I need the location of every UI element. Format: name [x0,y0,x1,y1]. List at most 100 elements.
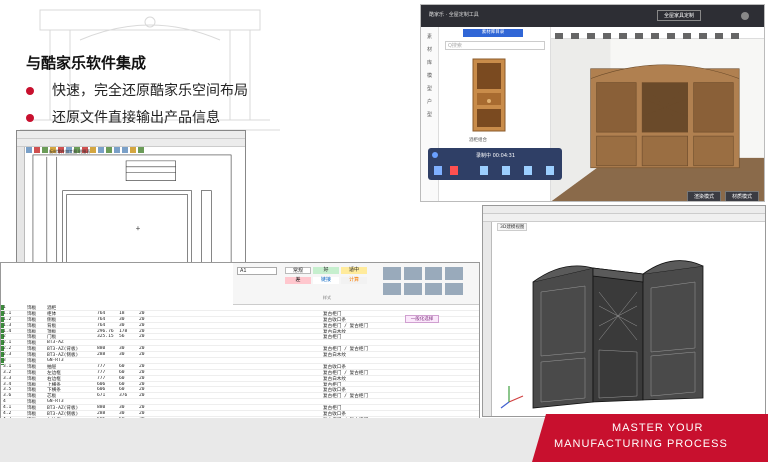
3d-render-viewport[interactable] [551,39,764,201]
table-cell[interactable]: 2 [3,334,6,339]
nav-item[interactable]: 型 [421,111,438,118]
table-cell[interactable]: 288 [97,352,105,357]
table-cell[interactable]: 4 [3,399,6,404]
screen-recorder-bar[interactable]: 录制中 00:04:31 [428,148,562,180]
table-cell[interactable]: GN-RT3 [47,399,64,404]
table-cell[interactable]: 20 [139,364,145,369]
table-cell[interactable]: 20 [139,411,145,416]
table-cell[interactable]: BT3-AZ [47,340,64,345]
nav-item[interactable]: 素 [421,33,438,40]
cad-toolbar-2[interactable] [17,139,245,153]
table-cell[interactable]: 1.3 [3,323,11,328]
table-cell[interactable]: 777 [97,376,105,381]
table-cell[interactable]: 288 [97,411,105,416]
table-cell[interactable]: 3.5 [3,387,11,392]
table-cell[interactable]: 60 [119,364,125,369]
table-cell[interactable]: 296.76 [97,329,114,334]
table-cell[interactable]: 3.3 [3,376,11,381]
nav-item[interactable]: 模 [421,72,438,79]
stop-icon[interactable] [450,166,458,175]
table-cell[interactable]: 20 [139,376,145,381]
highlight-icon[interactable] [502,166,510,175]
table-cell[interactable]: 30 [119,317,125,322]
table-cell[interactable]: 606 [97,387,105,392]
table-cell[interactable]: 60 [119,387,125,392]
style-normal[interactable]: 常规 [285,267,311,274]
material-mode-button[interactable]: 材质模式 [725,191,760,201]
table-cell[interactable]: 30 [119,346,125,351]
table-cell[interactable]: 20 [139,323,145,328]
table-cell[interactable]: 60 [119,376,125,381]
table-cell[interactable]: 30 [119,323,125,328]
library-tab[interactable]: 素材库目录 [463,29,523,37]
pen-icon[interactable] [480,166,488,175]
table-cell[interactable]: 178 [119,329,127,334]
table-cell[interactable]: 3.1 [3,364,11,369]
table-cell[interactable]: 20 [139,329,145,334]
table-cell[interactable]: 671 [97,393,105,398]
table-cell[interactable]: 30 [119,352,125,357]
table-cell[interactable]: 4.1 [3,405,11,410]
table-cell[interactable]: 18 [119,311,125,316]
canvas-toolbar[interactable] [551,27,764,39]
table-cell[interactable]: 20 [139,405,145,410]
table-cell[interactable]: 3.6 [3,393,11,398]
table-cell[interactable]: 60 [119,382,125,387]
nav-item[interactable]: 型 [421,85,438,92]
table-cell[interactable]: 764 [97,317,105,322]
table-cell[interactable]: 376 [119,393,127,398]
table-cell[interactable]: 2.1 [3,340,11,345]
table-cell[interactable]: GN-RT3 [47,358,64,363]
user-avatar[interactable] [741,12,749,20]
table-cell[interactable]: 30 [119,411,125,416]
cell-reference-box[interactable]: A1 [237,267,277,275]
table-cell[interactable]: 764 [97,311,105,316]
table-cell[interactable]: 606 [97,382,105,387]
model-toolbar[interactable] [483,206,765,220]
table-cell[interactable]: 60 [119,370,125,375]
table-cell[interactable]: 2.2 [3,346,11,351]
table-cell[interactable]: 20 [139,387,145,392]
style-calc[interactable]: 计算 [341,277,367,284]
table-cell[interactable]: 20 [139,334,145,339]
edit-icon[interactable] [546,166,554,175]
table-cell[interactable]: 20 [139,311,145,316]
table-cell[interactable]: 777 [97,370,105,375]
style-bad[interactable]: 差 [285,277,311,284]
table-cell[interactable]: 30 [119,405,125,410]
table-cell[interactable]: 1.2 [3,317,11,322]
table-cell[interactable]: 20 [139,370,145,375]
camera-icon[interactable] [524,166,532,175]
table-cell[interactable]: 325.15 [97,334,114,339]
table-cell[interactable]: 3 [3,358,6,363]
table-cell[interactable]: 20 [139,317,145,322]
render-mode-button[interactable]: 渲染模式 [687,191,722,201]
nav-item[interactable]: 库 [421,59,438,66]
table-cell[interactable]: 880 [97,405,105,410]
table-cell[interactable]: 880 [97,346,105,351]
table-cell[interactable]: 3.4 [3,382,11,387]
top-mode-button[interactable]: 全屋家具定制 [657,10,702,21]
model-side-toolbar[interactable] [483,222,492,416]
model-toolbar-2[interactable] [483,214,765,222]
style-good[interactable]: 好 [313,267,339,274]
table-cell[interactable]: 777 [97,364,105,369]
cad-toolbar[interactable] [17,131,245,145]
pause-icon[interactable] [434,166,442,175]
table-cell[interactable]: 1.1 [3,311,11,316]
table-cell[interactable]: 56 [119,334,125,339]
style-link[interactable]: 链接 [313,277,339,284]
style-neutral[interactable]: 适中 [341,267,367,274]
ribbon-icon-grid[interactable] [383,267,463,295]
table-cell[interactable]: 20 [139,346,145,351]
table-cell[interactable]: 1.4 [3,329,11,334]
cabinet-thumbnail[interactable] [469,57,509,133]
table-cell[interactable]: 2.3 [3,352,11,357]
nav-item[interactable]: 户 [421,98,438,105]
table-cell[interactable]: 20 [139,352,145,357]
table-cell[interactable]: 20 [139,382,145,387]
nav-item[interactable]: 材 [421,46,438,53]
table-cell[interactable]: 20 [139,393,145,398]
table-cell[interactable]: 3.2 [3,370,11,375]
search-input[interactable]: Q搜索 [445,41,545,50]
